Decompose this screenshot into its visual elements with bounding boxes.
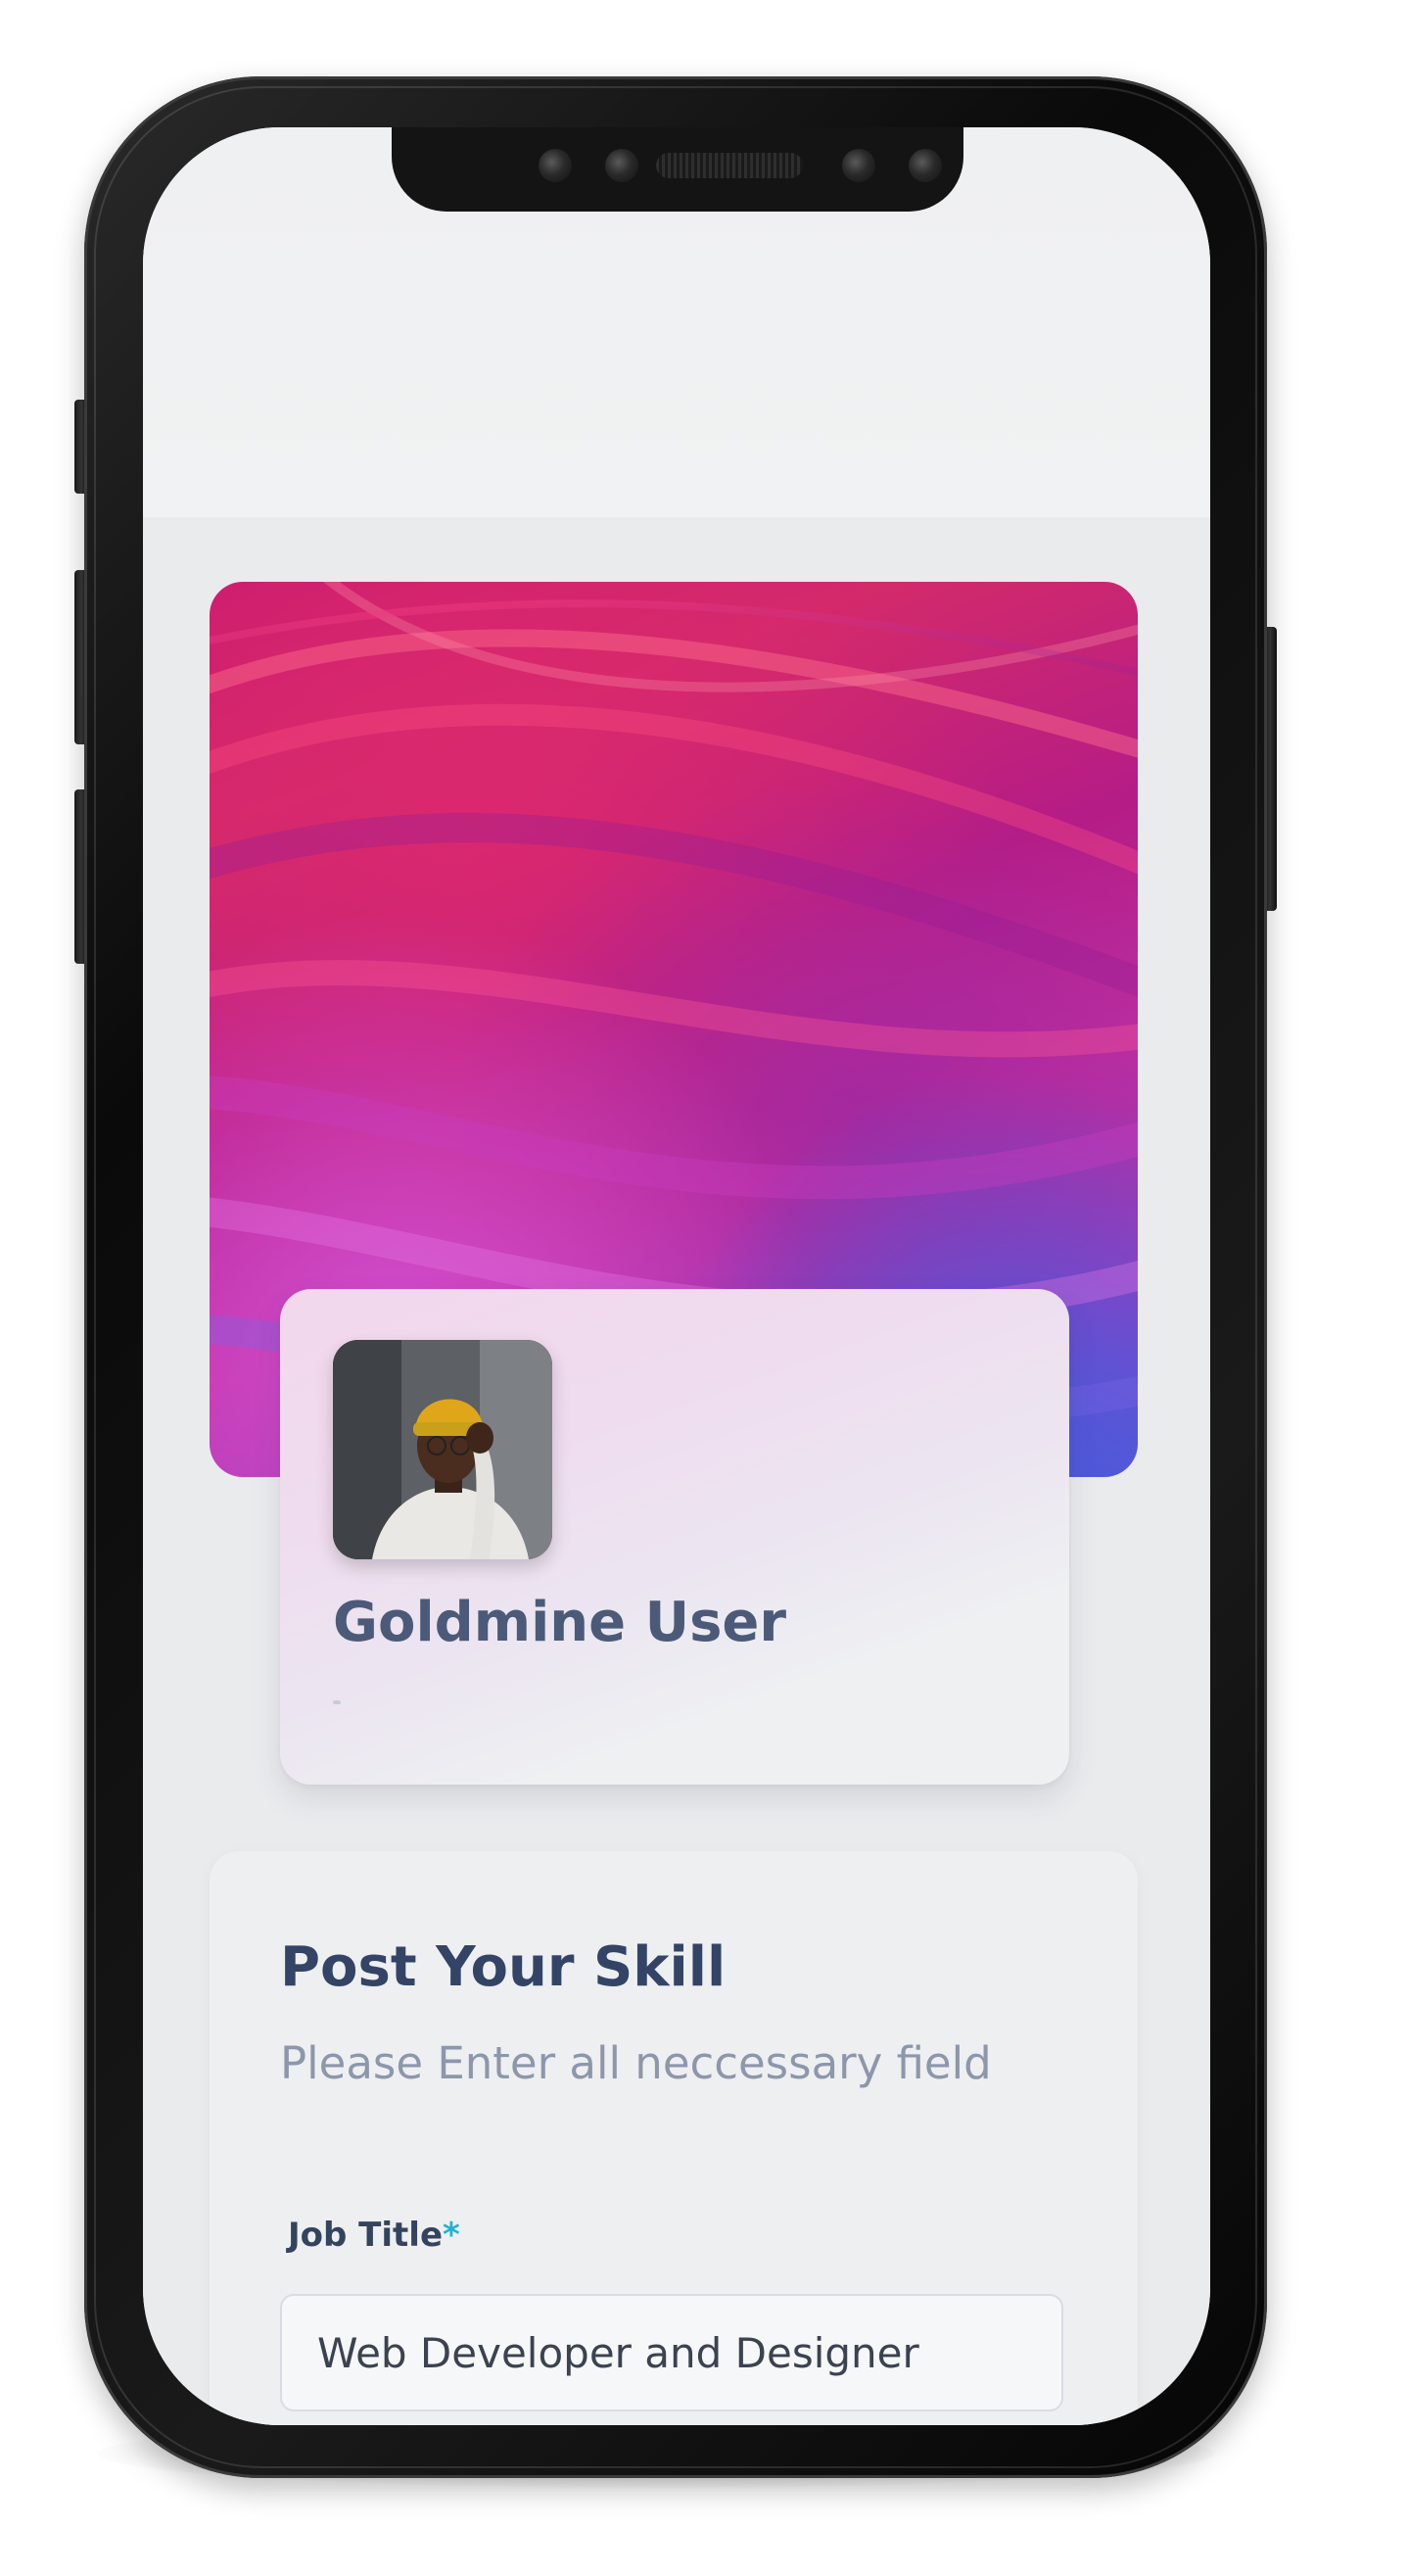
job-title-input[interactable] [280, 2294, 1063, 2411]
phone-screen: Goldmine User Post Your Skill Please Ent… [143, 127, 1210, 2425]
job-title-label-text: Job Title [288, 2216, 443, 2255]
front-sensor-icon [539, 149, 572, 182]
form-subtitle: Please Enter all neccessary field [280, 2037, 992, 2089]
required-asterisk: * [443, 2216, 460, 2255]
profile-card: Goldmine User [280, 1289, 1069, 1785]
front-camera-icon [842, 149, 875, 182]
user-photo-avatar-icon [333, 1340, 552, 1559]
user-avatar[interactable] [333, 1340, 552, 1559]
user-subtitle-placeholder [333, 1700, 341, 1704]
ambient-light-sensor-icon [909, 149, 942, 182]
form-title: Post Your Skill [280, 1935, 727, 1999]
proximity-sensor-icon [605, 149, 638, 182]
job-title-label: Job Title* [288, 2216, 460, 2255]
earpiece-speaker-icon [656, 153, 803, 178]
user-name: Goldmine User [333, 1591, 787, 1654]
phone-notch [392, 127, 963, 212]
device-stage: Goldmine User Post Your Skill Please Ent… [0, 0, 1408, 2576]
post-skill-card: Post Your Skill Please Enter all neccess… [210, 1851, 1138, 2425]
